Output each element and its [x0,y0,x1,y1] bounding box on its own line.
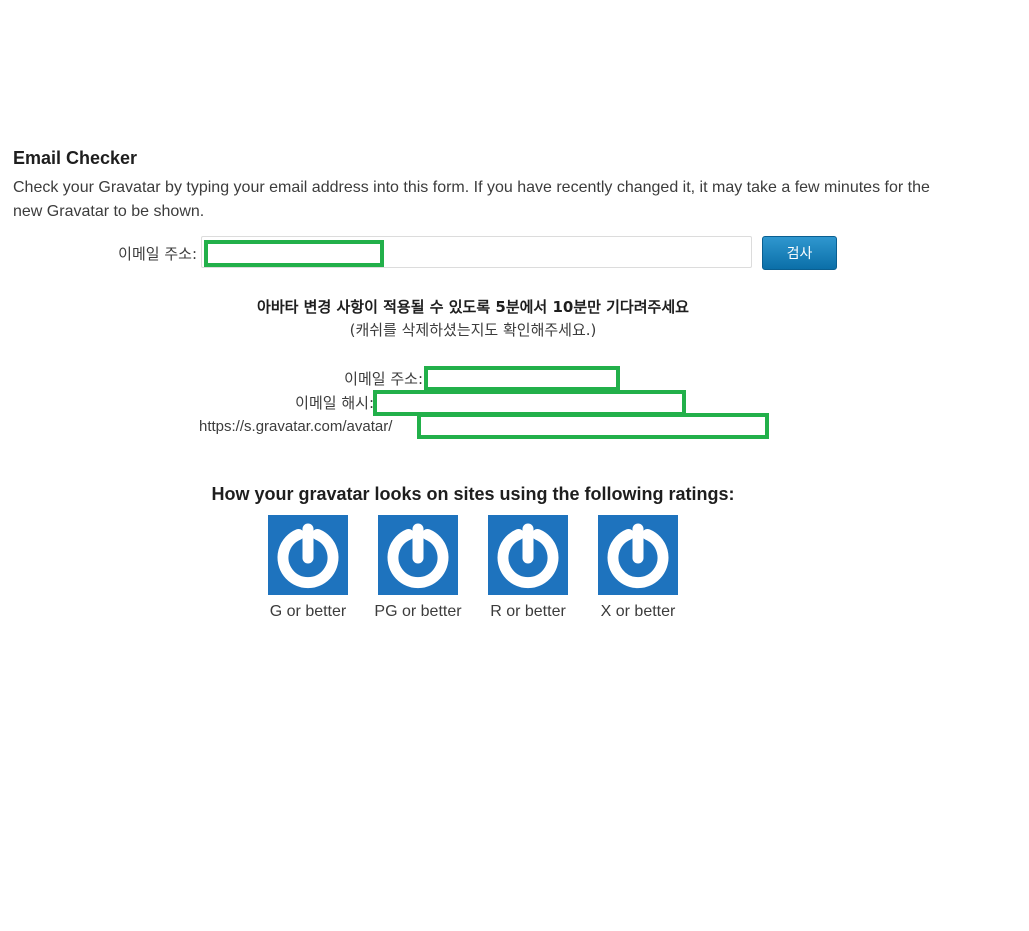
cache-notice: 아바타 변경 사항이 적용될 수 있도록 5분에서 10분만 기다려주세요 (캐… [0,296,946,342]
email-checker-title: Email Checker [13,148,138,168]
redacted-avatar-hash [417,413,769,439]
result-email-label: 이메일 주소: [344,370,423,388]
rating-caption: X or better [600,603,676,620]
intro-text: Check your Gravatar by typing your email… [13,179,930,220]
rating-g: G or better [253,515,363,621]
avatar-url: https://s.gravatar.com/avatar/ [199,418,393,435]
email-form: 이메일 주소: 검사 [0,236,1029,270]
gravatar-logo-icon [488,515,568,595]
rating-r: R or better [473,515,583,621]
gravatar-logo-icon [598,515,678,595]
gravatar-logo-icon [268,515,348,595]
result-hash-label: 이메일 해시: [295,394,374,412]
cache-hint: (캐쉬를 삭제하셨는지도 확인해주세요.) [349,321,597,339]
rating-pg: PG or better [363,515,473,621]
rating-caption: R or better [490,603,566,620]
wait-notice: 아바타 변경 사항이 적용될 수 있도록 5분에서 10분만 기다려주세요 [257,298,689,316]
rating-caption: PG or better [374,603,462,620]
ratings-heading: How your gravatar looks on sites using t… [211,484,735,504]
check-button[interactable]: 검사 [762,236,837,270]
rating-x: X or better [583,515,693,621]
gravatar-logo-icon [378,515,458,595]
redacted-email-value [204,240,384,267]
email-input-label: 이메일 주소: [118,245,197,263]
redacted-result-email [424,366,620,391]
rating-caption: G or better [269,603,347,620]
